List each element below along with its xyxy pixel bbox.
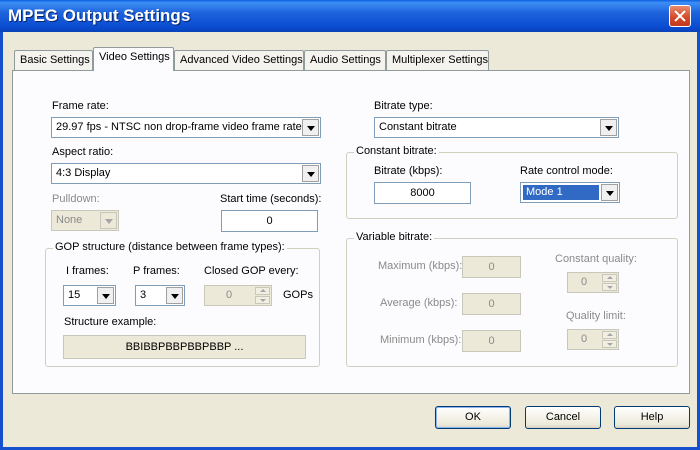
spin-up-icon[interactable] — [602, 274, 617, 282]
average-kbps-input[interactable]: 0 — [462, 293, 521, 315]
i-frames-select[interactable]: 15 — [63, 285, 116, 306]
spin-down-icon[interactable] — [255, 296, 270, 304]
frame-rate-value: 29.97 fps - NTSC non drop-frame video fr… — [56, 121, 302, 133]
ok-button[interactable]: OK — [435, 406, 511, 429]
tab-advanced-video-settings[interactable]: Advanced Video Settings — [174, 50, 304, 70]
variable-bitrate-title: Variable bitrate: — [354, 231, 435, 243]
chevron-down-icon[interactable] — [600, 119, 617, 136]
constant-quality-label: Constant quality: — [555, 253, 637, 265]
aspect-ratio-select[interactable]: 4:3 Display — [51, 163, 321, 184]
gop-structure-title: GOP structure (distance between frame ty… — [53, 241, 287, 253]
i-frames-label: I frames: — [66, 265, 109, 277]
chevron-down-icon[interactable] — [302, 165, 319, 182]
tab-label: Basic Settings — [20, 54, 90, 66]
frame-rate-select[interactable]: 29.97 fps - NTSC non drop-frame video fr… — [51, 117, 321, 138]
chevron-down-icon[interactable] — [100, 212, 117, 229]
chevron-down-icon[interactable] — [166, 287, 183, 304]
spin-up-icon[interactable] — [255, 287, 270, 295]
tab-label: Audio Settings — [310, 54, 381, 66]
minimum-kbps-label: Minimum (kbps): — [380, 334, 462, 346]
cancel-button[interactable]: Cancel — [525, 406, 601, 429]
quality-limit-value: 0 — [580, 333, 588, 345]
spinner-buttons[interactable] — [602, 331, 617, 348]
chevron-down-icon[interactable] — [601, 184, 618, 201]
window-frame-left — [0, 32, 3, 450]
closed-gop-label: Closed GOP every: — [204, 265, 299, 277]
start-time-label: Start time (seconds): — [220, 193, 322, 205]
quality-limit-spinner[interactable]: 0 — [567, 329, 619, 350]
minimum-kbps-input[interactable]: 0 — [462, 330, 521, 352]
constant-quality-value: 0 — [580, 276, 588, 288]
bitrate-type-value: Constant bitrate — [379, 121, 457, 133]
quality-limit-label: Quality limit: — [566, 310, 626, 322]
aspect-ratio-value: 4:3 Display — [56, 167, 111, 179]
rate-control-mode-value: Mode 1 — [523, 185, 599, 200]
pulldown-label: Pulldown: — [52, 193, 100, 205]
closed-gop-value: 0 — [225, 289, 233, 301]
title-bar: MPEG Output Settings — [0, 0, 700, 32]
chevron-down-icon[interactable] — [302, 119, 319, 136]
aspect-ratio-label: Aspect ratio: — [52, 146, 114, 158]
p-frames-label: P frames: — [133, 265, 180, 277]
chevron-down-icon[interactable] — [97, 287, 114, 304]
tab-label: Multiplexer Settings — [392, 54, 488, 66]
closed-gop-unit: GOPs — [283, 289, 313, 301]
pulldown-value: None — [56, 214, 83, 226]
p-frames-select[interactable]: 3 — [135, 285, 185, 306]
bitrate-kbps-label: Bitrate (kbps): — [374, 165, 443, 177]
tab-label: Video Settings — [99, 51, 170, 63]
spin-down-icon[interactable] — [602, 340, 617, 348]
bitrate-kbps-input[interactable]: 8000 — [374, 182, 471, 204]
tab-multiplexer-settings[interactable]: Multiplexer Settings — [386, 50, 489, 70]
i-frames-value: 15 — [68, 289, 81, 301]
spin-down-icon[interactable] — [602, 283, 617, 291]
maximum-kbps-input[interactable]: 0 — [462, 256, 521, 278]
close-icon[interactable] — [669, 5, 691, 27]
spinner-buttons[interactable] — [602, 274, 617, 291]
tab-video-settings[interactable]: Video Settings — [93, 47, 174, 71]
tab-label: Advanced Video Settings — [180, 54, 303, 66]
help-button[interactable]: Help — [614, 406, 690, 429]
structure-example-label: Structure example: — [64, 316, 157, 328]
bitrate-type-label: Bitrate type: — [374, 100, 433, 112]
spinner-buttons[interactable] — [255, 287, 270, 304]
pulldown-select[interactable]: None — [51, 210, 119, 231]
maximum-kbps-label: Maximum (kbps): — [378, 260, 463, 272]
rate-control-mode-label: Rate control mode: — [520, 165, 613, 177]
window-title: MPEG Output Settings — [8, 6, 191, 25]
constant-quality-spinner[interactable]: 0 — [567, 272, 619, 293]
frame-rate-label: Frame rate: — [52, 100, 109, 112]
constant-bitrate-title: Constant bitrate: — [354, 145, 439, 157]
average-kbps-label: Average (kbps): — [380, 297, 458, 309]
bitrate-type-select[interactable]: Constant bitrate — [374, 117, 619, 138]
rate-control-mode-select[interactable]: Mode 1 — [520, 182, 620, 203]
closed-gop-spinner[interactable]: 0 — [204, 285, 272, 306]
structure-example-value: BBIBBPBBPBBPBBP ... — [63, 335, 306, 359]
start-time-input[interactable]: 0 — [221, 210, 318, 232]
tab-basic-settings[interactable]: Basic Settings — [14, 50, 93, 70]
p-frames-value: 3 — [140, 289, 147, 301]
spin-up-icon[interactable] — [602, 331, 617, 339]
tab-audio-settings[interactable]: Audio Settings — [304, 50, 386, 70]
